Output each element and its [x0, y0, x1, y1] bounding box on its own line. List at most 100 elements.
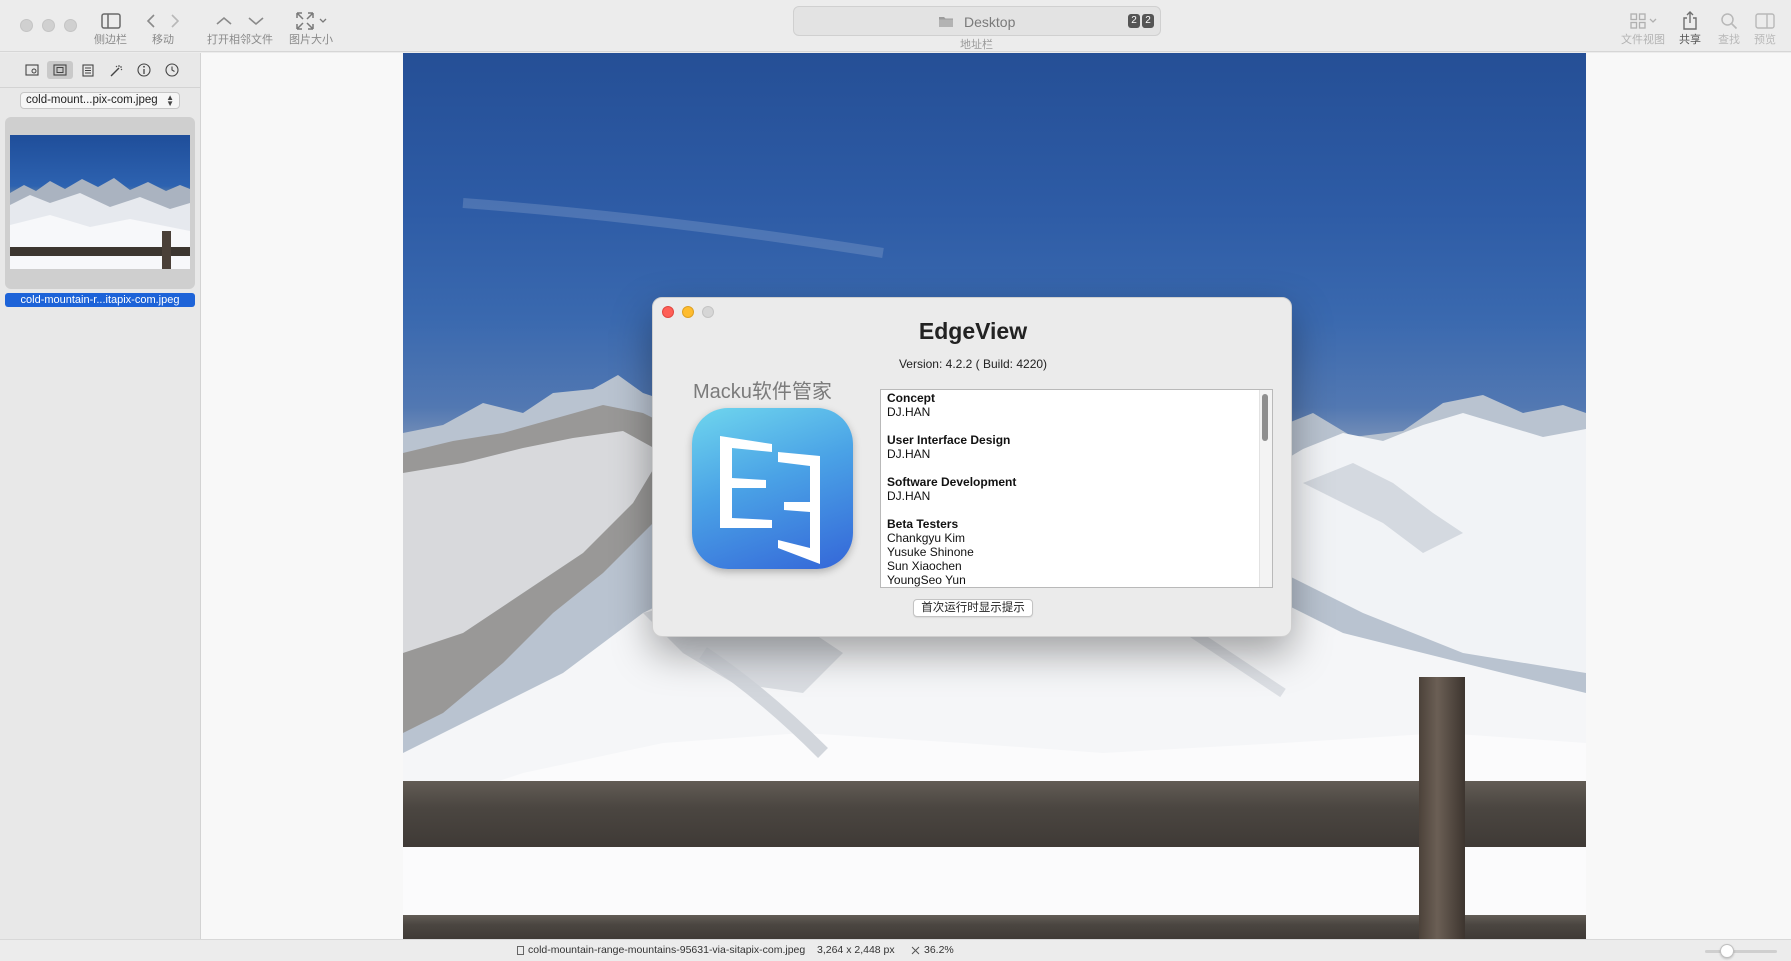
folder-browser-tool[interactable] [19, 61, 45, 79]
file-select-value: cold-mount...pix-com.jpeg [26, 94, 158, 106]
preview-label: 预览 [1754, 34, 1776, 46]
file-view-button[interactable]: 文件视图 [1621, 8, 1665, 46]
credits-section: User Interface Design DJ.HAN [887, 433, 1247, 461]
image-size-label: 图片大小 [289, 34, 333, 46]
adjust-tool[interactable] [103, 61, 129, 79]
thumbnail-image [10, 135, 190, 269]
dialog-window-controls [662, 306, 714, 318]
address-badges: 2 2 [1128, 14, 1154, 28]
chevron-up-icon[interactable] [215, 16, 233, 26]
find-button[interactable]: 查找 [1718, 8, 1740, 46]
credits-name: Yusuke Shinone [887, 545, 974, 559]
sidebar: cold-mount...pix-com.jpeg ▲ ▼ cold-mounta… [0, 53, 201, 939]
clock-icon [165, 63, 179, 77]
thumbnail-item[interactable] [5, 117, 195, 289]
status-dimensions: 3,264 x 2,448 px [817, 944, 895, 956]
address-bar-label: 地址栏 [960, 39, 993, 51]
credits-name: YoungSeo Yun [887, 573, 966, 587]
credits-name: Chankgyu Kim [887, 531, 966, 545]
history-tool[interactable] [159, 61, 185, 79]
minimize-window-button[interactable] [42, 19, 55, 32]
toolbar: 侧边栏 移动 打开相邻文件 图片大小 Desktop 2 2 地址栏 文件视图 … [0, 0, 1791, 52]
preview-button[interactable]: 预览 [1754, 8, 1776, 46]
zoom-window-button[interactable] [64, 19, 77, 32]
sidebar-toggle-button[interactable]: 侧边栏 [94, 8, 127, 46]
status-zoom: 36.2% [911, 944, 954, 956]
file-icon [517, 945, 524, 955]
image-size-button[interactable]: 图片大小 [289, 8, 333, 46]
move-label: 移动 [152, 34, 174, 46]
address-badge: 2 [1142, 14, 1154, 28]
credits-section-title: Concept [887, 391, 935, 405]
watermark-text: Macku软件管家 [693, 381, 832, 403]
credits-section: Software Development DJ.HAN [887, 475, 1247, 503]
window-controls [20, 19, 77, 32]
sidebar-tools [19, 61, 185, 79]
credits-section: Concept DJ.HAN [887, 391, 1247, 419]
chevron-right-icon[interactable] [170, 13, 180, 29]
dropdown-chevron-icon [319, 18, 327, 23]
close-window-button[interactable] [20, 19, 33, 32]
credits-name: Sun Xiaochen [887, 559, 962, 573]
folder-icon [939, 17, 953, 27]
credits-section-title: Software Development [887, 475, 1017, 489]
address-bar[interactable]: Desktop 2 2 [793, 6, 1161, 36]
move-buttons: 移动 [146, 8, 180, 46]
status-filename-text: cold-mountain-range-mountains-95631-via-… [528, 944, 806, 956]
status-filename: cold-mountain-range-mountains-95631-via-… [517, 944, 805, 956]
file-view-label: 文件视图 [1621, 34, 1665, 46]
dialog-title: EdgeView [918, 318, 1028, 344]
status-zoom-text: 36.2% [924, 944, 954, 956]
show-tips-button[interactable]: 首次运行时显示提示 [913, 599, 1033, 617]
sidebar-divider [0, 87, 201, 88]
neighbor-file-label: 打开相邻文件 [207, 34, 273, 46]
status-bar: cold-mountain-range-mountains-95631-via-… [0, 939, 1791, 961]
preview-panel-icon [1755, 13, 1775, 29]
credits-section: Beta Testers Chankgyu Kim Yusuke Shinone Su… [887, 517, 1247, 587]
fence-rail [403, 781, 1586, 847]
find-label: 查找 [1718, 34, 1740, 46]
thumbnail-label[interactable]: cold-mountain-r...itapix-com.jpeg [5, 293, 195, 307]
thumbnail-tool[interactable] [47, 61, 73, 79]
dialog-zoom-button [702, 306, 714, 318]
scrollbar-thumb[interactable] [1262, 394, 1268, 441]
dialog-minimize-button[interactable] [682, 306, 694, 318]
status-dimensions-text: 3,264 x 2,448 px [817, 944, 895, 956]
credits-scrollbar[interactable] [1259, 390, 1272, 587]
share-icon [1683, 11, 1697, 30]
address-text: Desktop [964, 14, 1016, 30]
share-button[interactable]: 共享 [1679, 8, 1701, 46]
list-icon [82, 63, 94, 77]
info-tool[interactable] [131, 61, 157, 79]
credits-name: DJ.HAN [887, 405, 931, 419]
zoom-slider[interactable] [1705, 950, 1777, 953]
chevron-left-icon[interactable] [146, 13, 156, 29]
version-text: Version: 4.2.2 ( Build: 4220) [898, 357, 1048, 371]
resize-arrows-icon [296, 12, 314, 30]
folder-image-icon [25, 64, 39, 76]
address-badge: 2 [1128, 14, 1140, 28]
zoom-arrows-icon [911, 946, 920, 954]
about-dialog: EdgeView Version: 4.2.2 ( Build: 4220) M… [652, 297, 1292, 637]
credits-name: DJ.HAN [887, 447, 931, 461]
thumbnail-icon [53, 64, 67, 76]
fence-rail [403, 915, 1586, 939]
zoom-slider-handle[interactable] [1720, 944, 1734, 958]
dialog-close-button[interactable] [662, 306, 674, 318]
neighbor-file-buttons: 打开相邻文件 [207, 8, 273, 46]
list-tool[interactable] [75, 61, 101, 79]
share-label: 共享 [1679, 34, 1701, 46]
chevron-down-icon[interactable] [247, 16, 265, 26]
magic-wand-icon [110, 64, 123, 76]
credits-section-title: User Interface Design [887, 433, 1011, 447]
credits-list[interactable]: Concept DJ.HAN User Interface Design DJ.HAN… [880, 389, 1273, 588]
fence-post [1419, 677, 1465, 939]
credits-name: DJ.HAN [887, 489, 931, 503]
grid-view-icon [1629, 13, 1646, 29]
app-logo-icon [692, 408, 853, 569]
select-chevron-icon: ▲ ▼ [166, 93, 174, 108]
credits-content: Concept DJ.HAN User Interface Design DJ.HAN… [887, 391, 1247, 587]
file-select[interactable]: cold-mount...pix-com.jpeg ▲ ▼ [20, 92, 180, 109]
sidebar-toggle-label: 侧边栏 [94, 34, 127, 46]
sidebar-icon [100, 13, 121, 29]
